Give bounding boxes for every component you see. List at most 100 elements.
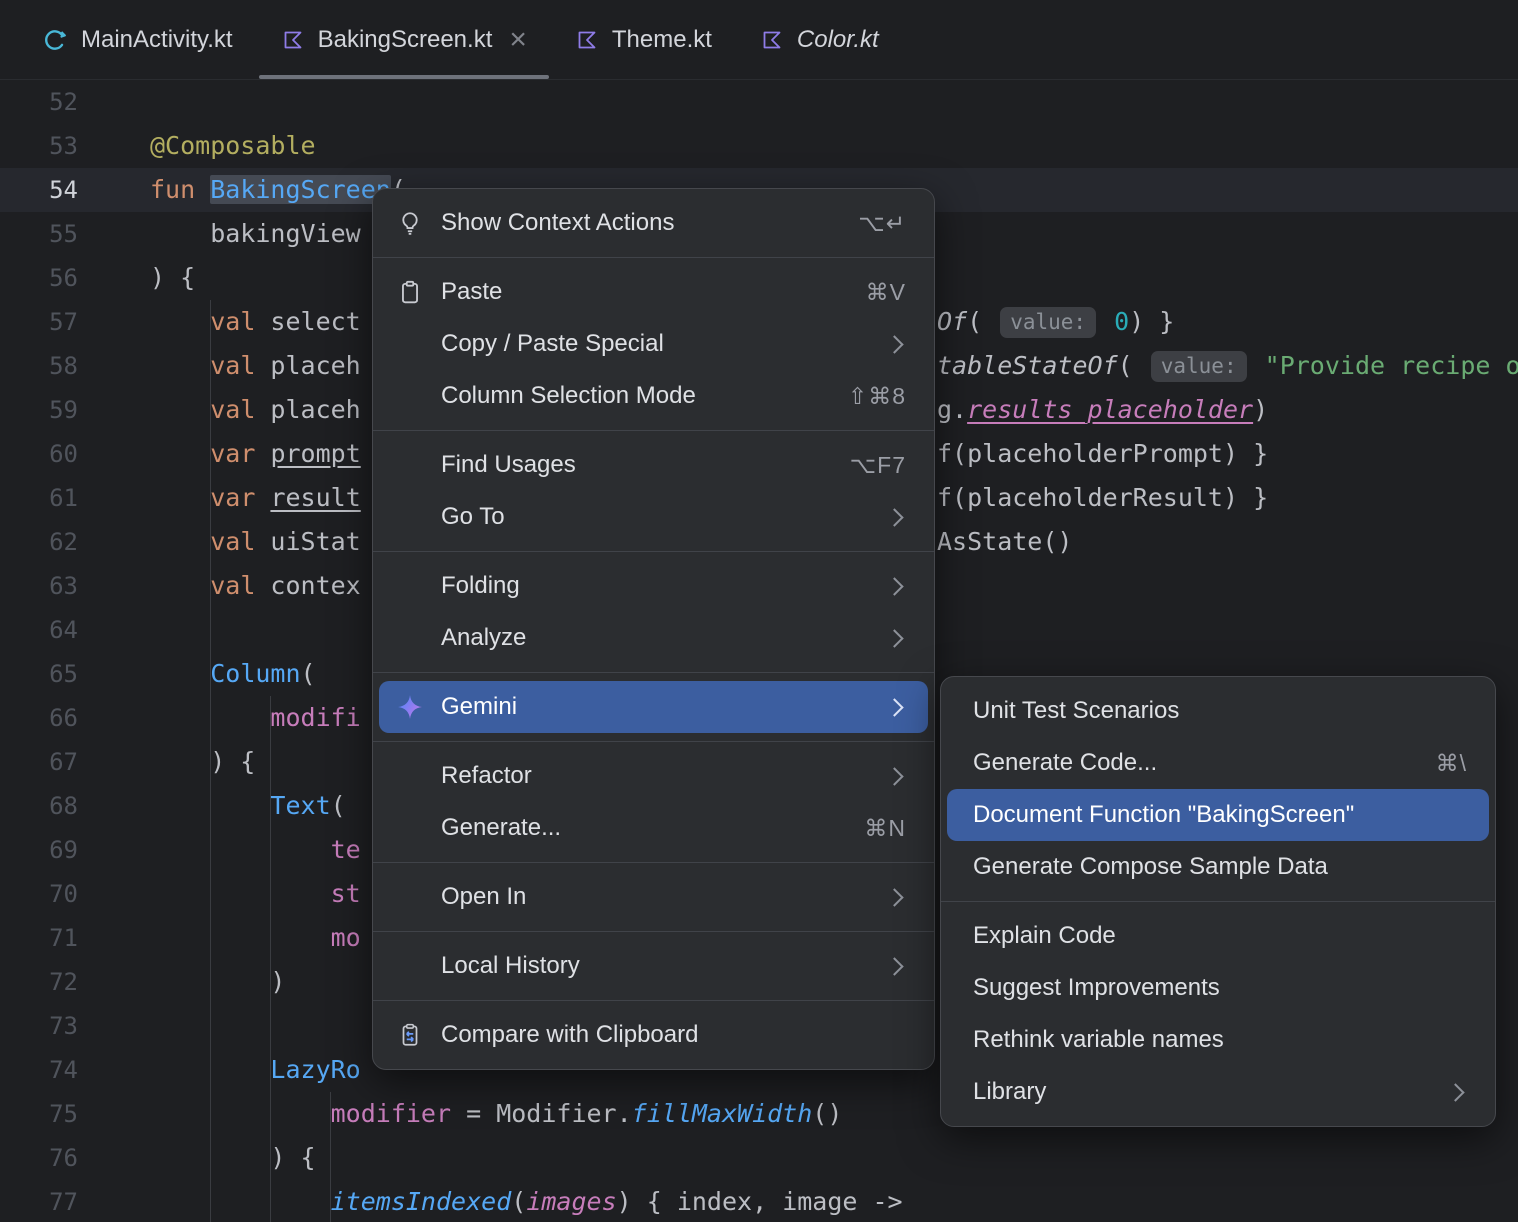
submenu-arrow-icon: [885, 766, 904, 786]
code-token: mo: [330, 923, 361, 952]
code-token: (: [330, 791, 346, 820]
code-token: placeh: [255, 395, 361, 424]
line-number[interactable]: 64: [0, 608, 150, 652]
editor-tab-bar: MainActivity.kt BakingScreen.kt × Theme.kt C…: [0, 0, 1518, 80]
code-token: fillMaxWidth: [631, 1099, 813, 1128]
tab-mainactivity-kt[interactable]: MainActivity.kt: [18, 0, 257, 79]
menu-item-paste[interactable]: Paste ⌘V: [379, 266, 928, 318]
line-number[interactable]: 57: [0, 300, 150, 344]
line-number[interactable]: 54: [0, 168, 150, 212]
menu-item-label: Library: [973, 1078, 1047, 1105]
menu-separator: [373, 931, 934, 932]
line-number[interactable]: 59: [0, 388, 150, 432]
line-number[interactable]: 53: [0, 124, 150, 168]
inlay-hint: value:: [1000, 306, 1097, 338]
menu-separator: [373, 672, 934, 673]
code-text-right: f(placeholderResult) }: [937, 476, 1268, 520]
menu-item-suggest-improvements[interactable]: Suggest Improvements: [947, 962, 1489, 1014]
code-line-53[interactable]: 53 @Composable: [0, 124, 1518, 168]
menu-shortcut: ⌘\: [1435, 749, 1467, 776]
line-number[interactable]: 67: [0, 740, 150, 784]
menu-item-folding[interactable]: Folding: [379, 560, 928, 612]
code-token: var: [210, 483, 256, 512]
line-number[interactable]: 77: [0, 1180, 150, 1222]
code-text-right: g.results_placeholder): [937, 388, 1268, 432]
line-number[interactable]: 63: [0, 564, 150, 608]
submenu-arrow-icon: [885, 697, 904, 717]
line-number[interactable]: 61: [0, 476, 150, 520]
icon-spacer: [395, 813, 425, 843]
menu-item-go-to[interactable]: Go To: [379, 491, 928, 543]
menu-item-copy-paste-special[interactable]: Copy / Paste Special: [379, 318, 928, 370]
code-text-right: Of( value: 0) }: [937, 300, 1174, 344]
code-token: Text: [270, 791, 331, 820]
menu-shortcut: ⌥F7: [849, 451, 906, 478]
code-token: = Modifier.: [451, 1099, 632, 1128]
menu-item-open-in[interactable]: Open In: [379, 871, 928, 923]
tab-theme-kt[interactable]: Theme.kt: [551, 0, 736, 79]
code-token: bakingView: [150, 219, 361, 248]
gemini-icon: [395, 692, 425, 722]
menu-item-compare-with-clipboard[interactable]: Compare with Clipboard: [379, 1009, 928, 1061]
line-number[interactable]: 71: [0, 916, 150, 960]
code-token: val: [210, 527, 256, 556]
menu-item-show-context-actions[interactable]: Show Context Actions ⌥↵: [379, 197, 928, 249]
line-number[interactable]: 74: [0, 1048, 150, 1092]
code-line-76[interactable]: 76 ) {: [0, 1136, 1518, 1180]
menu-item-generate[interactable]: Generate... ⌘N: [379, 802, 928, 854]
menu-item-column-selection-mode[interactable]: Column Selection Mode ⇧⌘8: [379, 370, 928, 422]
line-number[interactable]: 65: [0, 652, 150, 696]
menu-item-gemini[interactable]: Gemini: [379, 681, 928, 733]
menu-item-unit-test-scenarios[interactable]: Unit Test Scenarios: [947, 685, 1489, 737]
code-token: ) {: [150, 1143, 316, 1172]
code-line-52[interactable]: 52: [0, 80, 1518, 124]
code-token: ) }: [1129, 307, 1175, 336]
line-number[interactable]: 73: [0, 1004, 150, 1048]
code-line-77[interactable]: 77 itemsIndexed(images) { index, image -…: [0, 1180, 1518, 1222]
code-token: "Provide recipe of: [1264, 351, 1518, 380]
line-number[interactable]: 60: [0, 432, 150, 476]
line-number[interactable]: 75: [0, 1092, 150, 1136]
menu-shortcut: ⌘N: [864, 814, 906, 841]
menu-item-label: Compare with Clipboard: [441, 1021, 699, 1048]
line-number[interactable]: 72: [0, 960, 150, 1004]
menu-item-rethink-variable-names[interactable]: Rethink variable names: [947, 1014, 1489, 1066]
code-token: itemsIndexed: [330, 1187, 512, 1216]
line-number[interactable]: 76: [0, 1136, 150, 1180]
tab-bakingscreen-kt[interactable]: BakingScreen.kt ×: [257, 0, 551, 79]
menu-item-refactor[interactable]: Refactor: [379, 750, 928, 802]
menu-item-analyze[interactable]: Analyze: [379, 612, 928, 664]
tab-color-kt[interactable]: Color.kt: [736, 0, 903, 79]
line-number[interactable]: 68: [0, 784, 150, 828]
line-number[interactable]: 58: [0, 344, 150, 388]
menu-item-label: Gemini: [441, 693, 518, 720]
menu-item-local-history[interactable]: Local History: [379, 940, 928, 992]
line-number[interactable]: 69: [0, 828, 150, 872]
menu-item-generate-compose-sample-data[interactable]: Generate Compose Sample Data: [947, 841, 1489, 893]
icon-spacer: [395, 502, 425, 532]
menu-item-label: Generate Code...: [973, 749, 1158, 776]
gemini-submenu: Unit Test Scenarios Generate Code... ⌘\ Doc…: [940, 676, 1496, 1127]
menu-item-document-function-bakingscreen[interactable]: Document Function "BakingScreen": [947, 789, 1489, 841]
code-token: images: [526, 1187, 617, 1216]
line-number[interactable]: 56: [0, 256, 150, 300]
paste-icon: [395, 277, 425, 307]
menu-item-find-usages[interactable]: Find Usages ⌥F7: [379, 439, 928, 491]
menu-item-explain-code[interactable]: Explain Code: [947, 910, 1489, 962]
tab-close-icon[interactable]: ×: [509, 24, 527, 55]
line-number[interactable]: 55: [0, 212, 150, 256]
line-number[interactable]: 52: [0, 80, 150, 124]
menu-item-generate-code[interactable]: Generate Code... ⌘\: [947, 737, 1489, 789]
code-token: select: [255, 307, 361, 336]
menu-separator: [373, 257, 934, 258]
icon-spacer: [395, 571, 425, 601]
menu-item-library[interactable]: Library: [947, 1066, 1489, 1118]
line-number[interactable]: 66: [0, 696, 150, 740]
line-number[interactable]: 70: [0, 872, 150, 916]
line-number[interactable]: 62: [0, 520, 150, 564]
